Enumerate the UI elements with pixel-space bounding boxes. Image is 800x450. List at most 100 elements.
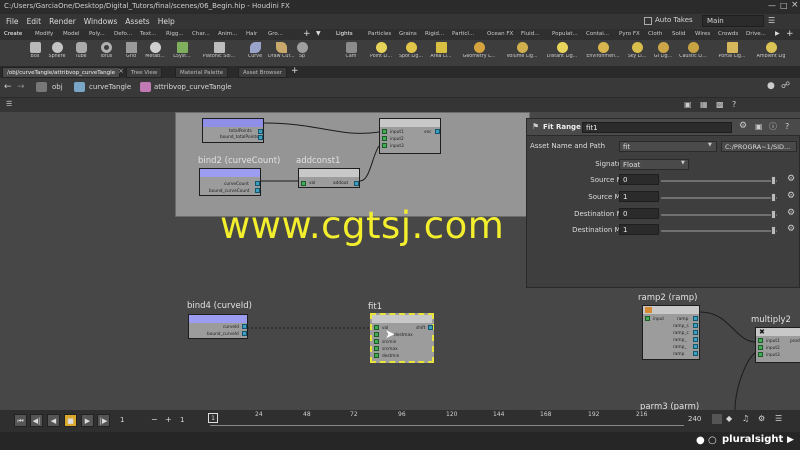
audio-icon[interactable]: ♫ bbox=[742, 414, 749, 423]
node-name-field[interactable]: fit1 bbox=[582, 122, 732, 133]
output-port[interactable] bbox=[693, 351, 698, 356]
wire bbox=[734, 351, 757, 411]
slider-knob[interactable] bbox=[771, 226, 776, 235]
brand-play-icon: ▶ bbox=[787, 435, 794, 445]
input-port[interactable] bbox=[758, 338, 763, 343]
port-label: ramp_ bbox=[673, 338, 687, 343]
node-title-multiply2: multiply2 bbox=[751, 315, 791, 325]
port-label: ramp bbox=[677, 317, 689, 322]
node-header bbox=[643, 306, 699, 314]
source-min-field[interactable]: 0 bbox=[619, 174, 659, 185]
node-title-fit1: fit1 bbox=[368, 302, 383, 312]
playbar-settings-icon[interactable]: ☰ bbox=[775, 414, 782, 423]
end-frame-field[interactable]: 240 bbox=[688, 415, 701, 423]
wire bbox=[699, 311, 757, 343]
source-max-slider[interactable] bbox=[661, 197, 777, 199]
frame-plus-icon[interactable]: + bbox=[165, 415, 172, 424]
realtime-toggle-icon[interactable] bbox=[712, 414, 722, 424]
help-question-icon[interactable]: ? bbox=[785, 122, 789, 131]
node-multiply2[interactable]: ✖ input1 input2 input3 prod bbox=[755, 327, 800, 363]
wire bbox=[359, 145, 380, 182]
gear-icon[interactable]: ⚙ bbox=[787, 208, 795, 218]
slider-knob[interactable] bbox=[771, 210, 776, 219]
output-port[interactable] bbox=[693, 337, 698, 342]
watermark-text: www.cgtsj.com bbox=[220, 204, 505, 247]
input-port[interactable] bbox=[374, 325, 379, 330]
port-label: shift bbox=[416, 326, 426, 331]
chevron-down-icon: ▼ bbox=[681, 160, 685, 166]
global-anim-icon[interactable]: ⚙ bbox=[758, 414, 765, 423]
gear-icon[interactable]: ⚙ bbox=[787, 174, 795, 184]
input-port[interactable] bbox=[645, 316, 650, 321]
stop-button[interactable]: ■ bbox=[64, 414, 77, 427]
source-max-field[interactable]: 1 bbox=[619, 191, 659, 202]
chevron-down-icon: ▼ bbox=[708, 142, 712, 148]
ramp-icon bbox=[645, 307, 652, 313]
param-row-source-max: Source Max 1 ⚙ bbox=[527, 191, 800, 205]
output-port[interactable] bbox=[242, 324, 247, 329]
mouse-cursor-icon: ➤ bbox=[385, 327, 396, 341]
tick-label: 216 bbox=[636, 411, 648, 418]
brand-logo: pluralsight bbox=[722, 434, 784, 445]
timeline-track[interactable] bbox=[210, 425, 684, 426]
asset-name-select[interactable]: fit bbox=[619, 141, 717, 152]
param-row-signature: Signature Float ▼ bbox=[527, 158, 800, 172]
input-port[interactable] bbox=[374, 339, 379, 344]
port-label: input2 bbox=[766, 346, 780, 351]
step-back-icon[interactable]: ◀| bbox=[30, 414, 43, 427]
frame-minus-icon[interactable]: − bbox=[151, 415, 158, 424]
param-row-asset: Asset Name and Path fit ▼ C:/PROGRA~1/SI… bbox=[527, 140, 800, 154]
vop-type-icon: ⚑ bbox=[532, 122, 540, 131]
info-icon[interactable]: ⓘ bbox=[769, 121, 777, 132]
port-label: input3 bbox=[766, 353, 780, 358]
dest-max-field[interactable]: 1 bbox=[619, 224, 659, 235]
multiply-icon: ✖ bbox=[759, 328, 765, 336]
slider-knob[interactable] bbox=[771, 176, 776, 185]
param-row-source-min: Source Min 0 ⚙ bbox=[527, 174, 800, 188]
play-icon[interactable]: ▶ bbox=[81, 414, 94, 427]
dest-max-slider[interactable] bbox=[661, 230, 777, 232]
gear-icon[interactable]: ⚙ bbox=[787, 224, 795, 234]
input-port[interactable] bbox=[758, 345, 763, 350]
output-port[interactable] bbox=[693, 316, 698, 321]
param-node-type: Fit Range bbox=[543, 123, 581, 131]
step-forward-icon[interactable]: |▶ bbox=[97, 414, 110, 427]
node-bind4[interactable]: curveId bound_curveId bbox=[188, 314, 248, 339]
help-book-icon[interactable]: ▣ bbox=[755, 122, 763, 131]
play-reverse-icon[interactable]: ◀ bbox=[47, 414, 60, 427]
input-port[interactable] bbox=[758, 352, 763, 357]
node-fit1[interactable]: val srcmin srcmax destmin destmax shift bbox=[370, 313, 434, 363]
signature-select[interactable]: Float bbox=[619, 159, 689, 170]
tick-label: 96 bbox=[398, 411, 406, 418]
tick-label: 72 bbox=[350, 411, 358, 418]
node-ramp2[interactable]: input ramp ramp_s ramp_c ramp_ ramp_ ram… bbox=[642, 305, 700, 360]
input-port[interactable] bbox=[374, 353, 379, 358]
input-port[interactable] bbox=[374, 346, 379, 351]
asset-path-field[interactable]: C:/PROGRA~1/SID... bbox=[721, 141, 797, 152]
port-label: destmax bbox=[394, 333, 413, 338]
output-port[interactable] bbox=[428, 325, 433, 330]
tick-label: 24 bbox=[255, 411, 263, 418]
port-label: input bbox=[653, 317, 665, 322]
status-bar: ● ○ pluralsight ▶ bbox=[0, 432, 800, 450]
gear-icon[interactable]: ⚙ bbox=[739, 121, 747, 131]
output-port[interactable] bbox=[242, 331, 247, 336]
node-title-ramp2: ramp2 (ramp) bbox=[638, 293, 698, 303]
slider-knob[interactable] bbox=[771, 193, 776, 202]
step-frame-field[interactable]: 1 bbox=[180, 416, 184, 424]
output-port[interactable] bbox=[693, 330, 698, 335]
output-port[interactable] bbox=[693, 344, 698, 349]
start-frame-field[interactable]: 1 bbox=[120, 416, 124, 424]
node-header bbox=[189, 315, 247, 323]
port-label: ramp_c bbox=[673, 331, 689, 336]
output-port[interactable] bbox=[693, 323, 698, 328]
input-port[interactable] bbox=[374, 332, 379, 337]
jump-start-icon[interactable]: ⏮ bbox=[14, 414, 27, 427]
dest-min-slider[interactable] bbox=[661, 214, 777, 216]
source-min-slider[interactable] bbox=[661, 180, 777, 182]
key-icon[interactable]: ◆ bbox=[726, 414, 732, 423]
current-frame-marker[interactable]: 1 bbox=[208, 413, 218, 423]
dest-min-field[interactable]: 0 bbox=[619, 208, 659, 219]
param-header: ⚑ Fit Range fit1 ⚙ ▣ ⓘ ? bbox=[527, 119, 800, 136]
gear-icon[interactable]: ⚙ bbox=[787, 191, 795, 201]
